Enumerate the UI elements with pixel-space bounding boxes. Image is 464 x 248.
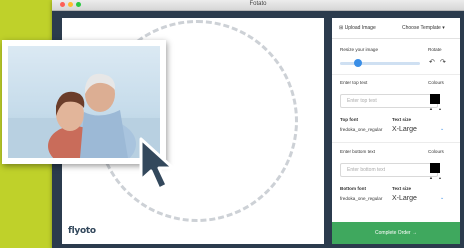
bottom-font-label: Bottom font	[340, 186, 367, 191]
bottom-text-size-select[interactable]: X-Large	[392, 195, 417, 202]
top-colour-a-icon[interactable]: ▲	[429, 106, 433, 111]
bottom-font-select[interactable]: fredoka_one_regular	[340, 196, 388, 201]
resize-slider-handle[interactable]	[353, 59, 362, 67]
complete-order-button[interactable]: Complete Order →	[332, 222, 460, 244]
chevron-down-icon[interactable]: ⌄	[440, 126, 444, 132]
bottom-text-colour-swatch[interactable]	[430, 163, 440, 173]
chevron-down-icon: ▾	[440, 25, 445, 31]
tab-choose-template[interactable]: Choose Template ▾	[402, 25, 445, 31]
rotate-right-icon[interactable]: ↷	[440, 58, 446, 66]
top-text-colour-swatch[interactable]	[430, 94, 440, 104]
arrow-right-icon: →	[410, 230, 417, 236]
bottom-text-label: Enter bottom text	[340, 149, 375, 154]
bottom-colours-label: Colours	[428, 149, 444, 154]
divider	[332, 142, 460, 143]
mouse-pointer-icon	[139, 137, 175, 191]
window-title: Fotato	[249, 1, 267, 7]
top-text-size-select[interactable]: X-Large	[392, 126, 417, 133]
rotate-label: Rotate	[428, 47, 442, 52]
bottom-text-input[interactable]: Enter bottom text	[340, 163, 438, 177]
panel-tabs: ⊞ Upload Image Choose Template ▾	[332, 18, 460, 39]
title-bar: Fotato	[52, 0, 464, 11]
bottom-colour-b-icon[interactable]: ▴	[439, 175, 441, 180]
bottom-text-size-label: Text size	[392, 186, 412, 191]
resize-label: Resize your image	[340, 47, 379, 52]
top-text-input[interactable]: Enter top text	[340, 94, 438, 108]
divider	[332, 74, 460, 75]
top-colours-label: Colours	[428, 80, 444, 85]
top-font-label: Top font	[340, 117, 359, 122]
fotato-logo: flyoto	[68, 226, 96, 236]
top-font-select[interactable]: fredoka_one_regular	[340, 127, 388, 132]
top-text-label: Enter top text	[340, 80, 368, 85]
top-colour-b-icon[interactable]: ▴	[439, 106, 441, 111]
resize-slider[interactable]	[340, 62, 420, 65]
editor-panel: ⊞ Upload Image Choose Template ▾ Resize …	[332, 18, 460, 244]
rotate-left-icon[interactable]: ↶	[429, 58, 435, 66]
top-text-size-label: Text size	[392, 117, 412, 122]
chevron-down-icon[interactable]: ⌄	[440, 195, 444, 201]
tab-upload-image[interactable]: ⊞ Upload Image	[339, 25, 376, 31]
bottom-colour-a-icon[interactable]: ▲	[429, 175, 433, 180]
